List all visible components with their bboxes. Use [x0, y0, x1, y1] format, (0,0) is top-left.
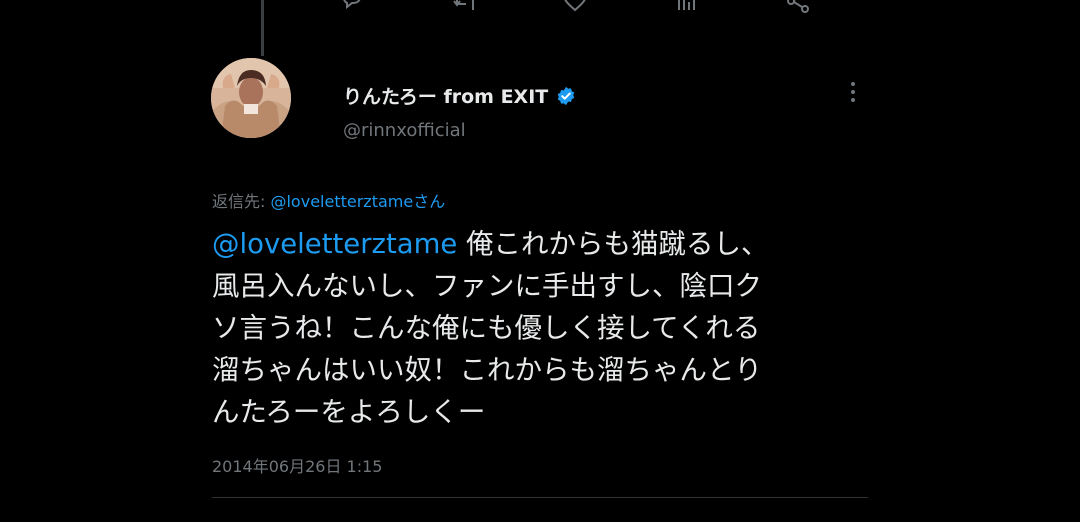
share-icon — [787, 0, 809, 13]
tweet-timestamp[interactable]: 2014年06月26日 1:15 — [212, 453, 382, 477]
avatar[interactable] — [211, 58, 291, 138]
more-options-button[interactable] — [842, 78, 864, 106]
reply-context-mention[interactable]: @loveletterztame — [270, 192, 413, 211]
like-action[interactable]: 2 — [562, 0, 588, 12]
more-dots-icon — [851, 82, 855, 102]
reply-action[interactable]: 1 — [340, 0, 364, 12]
divider — [212, 497, 868, 498]
author-name-row[interactable]: りんたろー from EXIT — [343, 82, 576, 109]
reply-context-prefix: 返信先: — [212, 192, 271, 211]
views-action[interactable] — [674, 0, 698, 12]
tweet-line-5: んたろーをよろしくー — [212, 396, 486, 428]
body-mention-link[interactable]: @loveletterztame — [212, 228, 457, 260]
tweet-text: @loveletterztame 俺これからも猫蹴るし、 風呂入んないし、ファン… — [212, 223, 872, 433]
tweet-line-2: 風呂入んないし、ファンに手出すし、陰口ク — [212, 270, 762, 302]
tweet-line-3: ソ言うね！こんな俺にも優しく接してくれる — [212, 312, 761, 344]
retweet-icon — [453, 0, 474, 10]
analytics-icon — [678, 0, 695, 10]
tweet-line-1-text: 俺これからも猫蹴るし、 — [457, 228, 769, 260]
verified-badge-icon — [558, 86, 575, 105]
author-handle[interactable]: @rinnxofficial — [343, 120, 466, 141]
tweet-line-4: 溜ちゃんはいい奴！これからも溜ちゃんとり — [212, 354, 762, 386]
retweet-action[interactable]: 1 — [452, 0, 478, 12]
heart-icon — [564, 0, 586, 12]
reply-context-suffix: さん — [413, 192, 446, 211]
reply-icon — [343, 0, 361, 10]
share-action[interactable] — [786, 0, 810, 14]
tweet-line-1: @loveletterztame 俺これからも猫蹴るし、 — [212, 223, 872, 265]
display-name[interactable]: りんたろー from EXIT — [343, 82, 548, 109]
thread-connector-line — [261, 0, 264, 56]
avatar-photo — [211, 58, 291, 138]
reply-context: 返信先: @loveletterztameさん — [212, 188, 445, 212]
previous-tweet-action-bar: 1 1 2 — [340, 0, 820, 14]
